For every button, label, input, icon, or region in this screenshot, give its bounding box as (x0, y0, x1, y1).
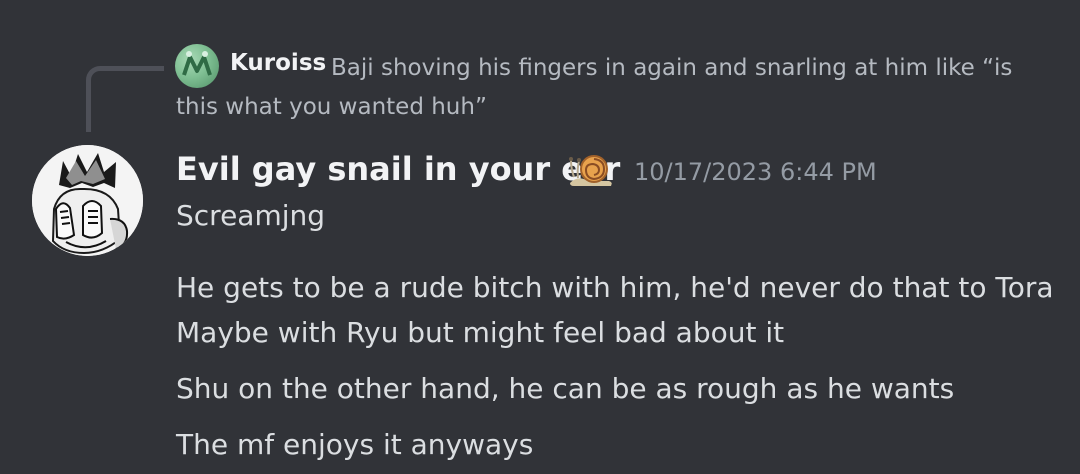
reply-connector (86, 66, 164, 132)
message-line-3: Maybe with Ryu but might feel bad about … (176, 316, 785, 349)
message-line-5: The mf enjoys it anyways (176, 428, 534, 461)
message-line-1: Screamjng (176, 199, 326, 232)
author-avatar[interactable] (32, 145, 143, 256)
reply-preview-text[interactable]: Baji shoving his fingers in again and sn… (176, 49, 1056, 127)
message-line-2: He gets to be a rude bitch with him, he'… (176, 271, 1054, 304)
snail-icon (566, 150, 614, 192)
author-name[interactable]: Evil gay snail in your ear (176, 150, 620, 188)
message-line-4: Shu on the other hand, he can be as roug… (176, 372, 955, 405)
message-timestamp: 10/17/2023 6:44 PM (634, 158, 877, 186)
